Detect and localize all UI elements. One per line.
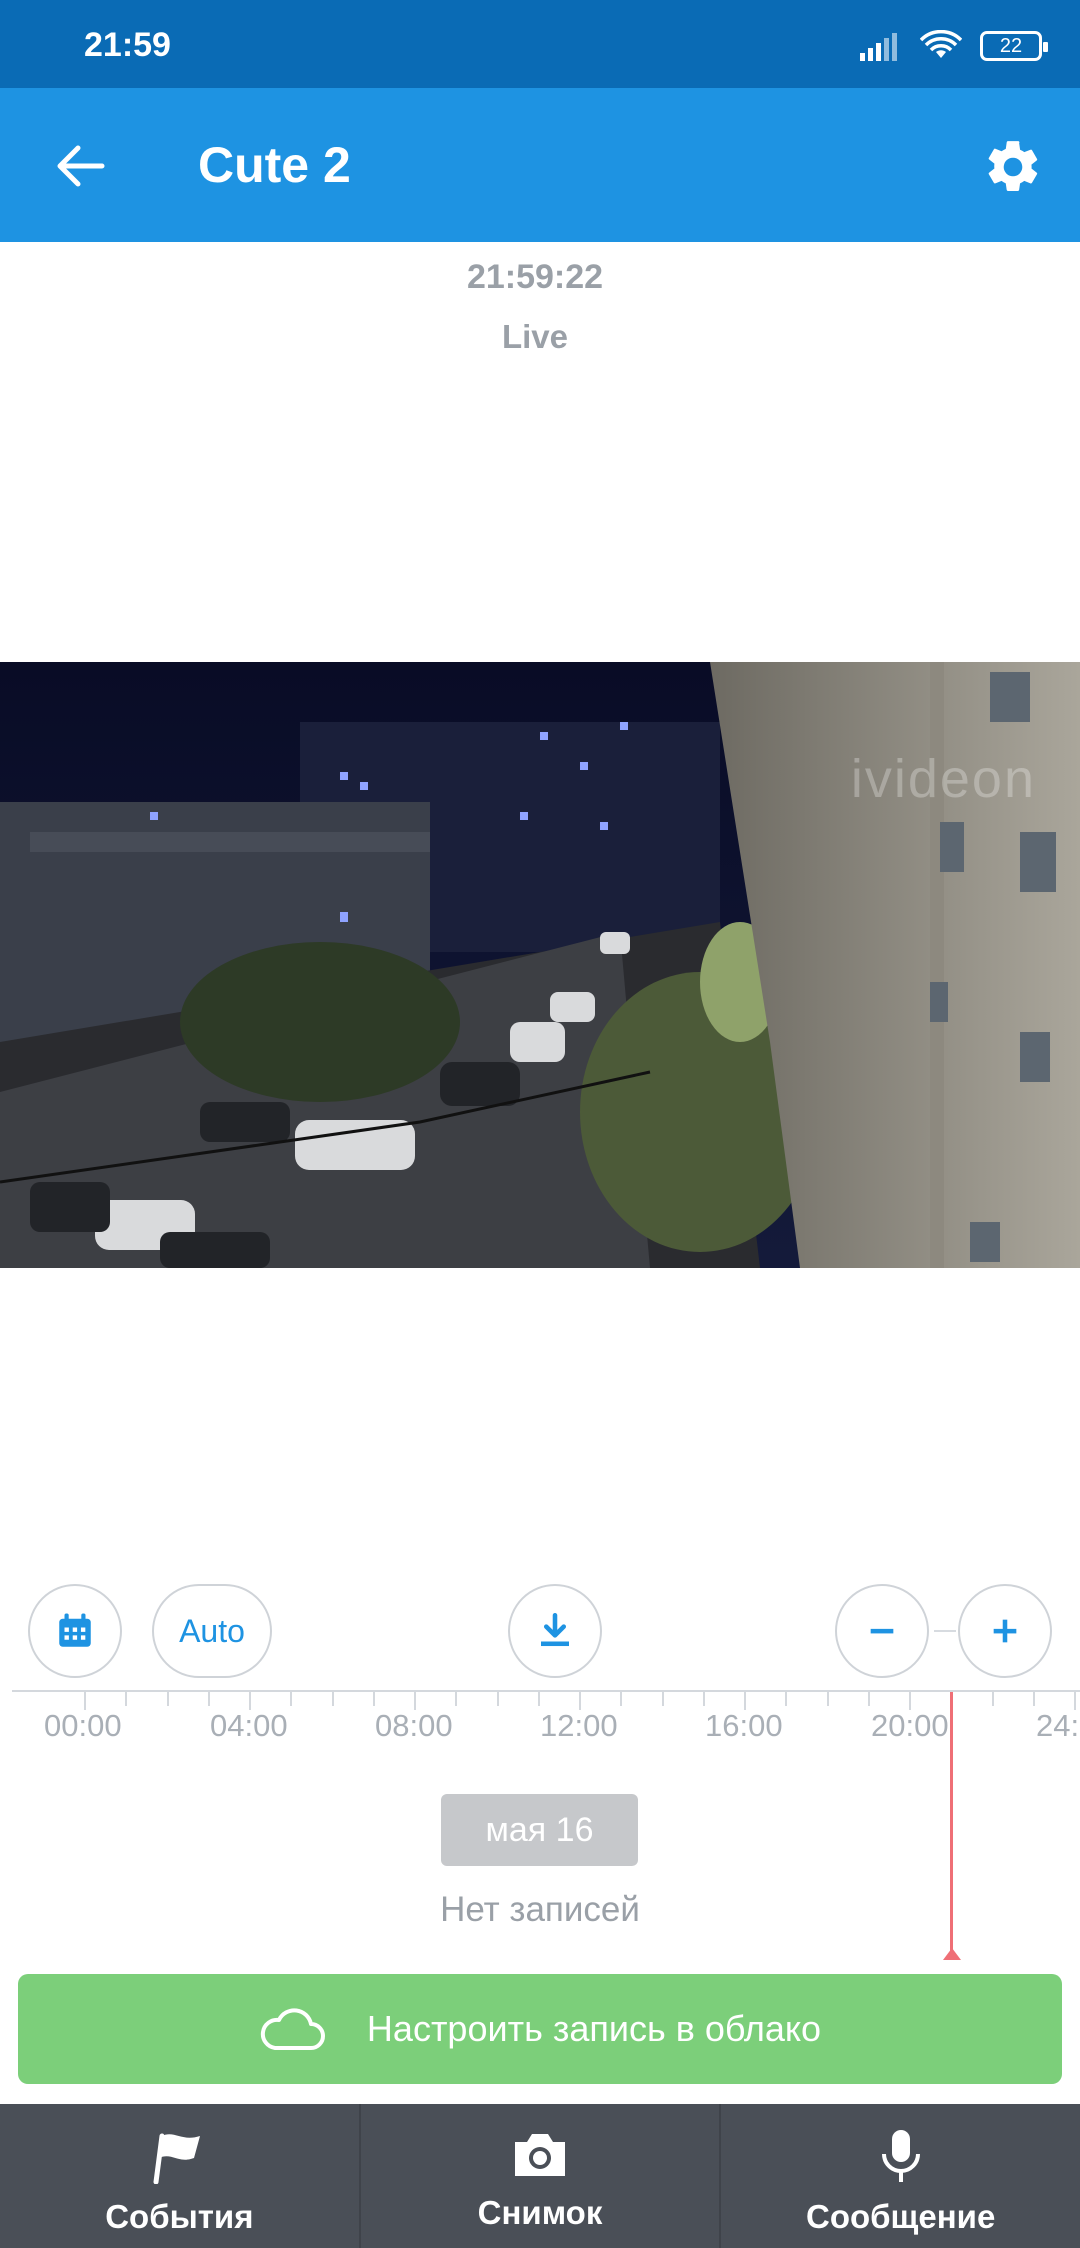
tab-message[interactable]: Сообщение (719, 2104, 1080, 2248)
bottom-nav: События Снимок Сообщение (0, 2104, 1080, 2248)
player-clock: 21:59:22 (466, 258, 604, 296)
timeline-tick (537, 1690, 540, 1706)
status-time: 21:59 (84, 26, 171, 64)
timeline-tick (826, 1690, 829, 1706)
timeline-tick (744, 1690, 746, 1710)
tab-snapshot-label: Снимок (477, 2194, 603, 2231)
gear-icon[interactable] (982, 136, 1044, 198)
timeline-tick (207, 1690, 210, 1706)
timeline-tick (1032, 1690, 1035, 1706)
zoom-in-button[interactable] (958, 1584, 1052, 1678)
timeline-tick (166, 1690, 169, 1706)
current-time-marker (950, 1692, 953, 1958)
status-bar: 21:59 22 (0, 0, 1080, 88)
timeline-tick (84, 1690, 86, 1710)
signal-icon (860, 33, 897, 61)
quality-auto-button[interactable]: Auto (152, 1584, 272, 1678)
cloud-icon (260, 2008, 325, 2050)
timeline-tick (785, 1690, 788, 1706)
tab-message-label: Сообщение (806, 2198, 996, 2235)
timeline-tick (455, 1690, 458, 1706)
minus-icon (870, 1628, 894, 1634)
timeline-tick (867, 1690, 870, 1706)
page-title: Cute 2 (198, 137, 351, 193)
timeline-label: 20:00 (871, 1708, 949, 1743)
back-arrow-icon[interactable] (50, 136, 110, 196)
timeline-tick (991, 1690, 994, 1706)
timeline-tick (579, 1690, 581, 1710)
timeline-tick (909, 1690, 911, 1710)
timeline-tick (414, 1690, 416, 1710)
no-records-text: Нет записей (440, 1890, 640, 1929)
timeline-tick (290, 1690, 293, 1706)
timeline-label: 16:00 (705, 1708, 783, 1743)
cloud-button-label: Настроить запись в облако (366, 2008, 822, 2049)
app-bar: Cute 2 (0, 88, 1080, 242)
date-chip[interactable]: мая 16 (441, 1794, 638, 1866)
download-button[interactable] (508, 1584, 602, 1678)
tab-snapshot[interactable]: Снимок (358, 2104, 720, 2248)
calendar-button[interactable] (28, 1584, 122, 1678)
battery-icon: 22 (980, 31, 1048, 61)
timeline-tick (249, 1690, 251, 1710)
current-time-marker-arrow (943, 1948, 961, 1960)
timeline[interactable]: 00:00 04:00 08:00 12:00 16:00 20:00 24: (0, 1680, 1080, 1760)
timeline-tick (372, 1690, 375, 1706)
zoom-out-button[interactable] (835, 1584, 929, 1678)
status-icons: 22 (858, 26, 1048, 66)
battery-level: 22 (999, 34, 1023, 57)
timeline-tick (125, 1690, 128, 1706)
download-icon (541, 1612, 569, 1647)
zoom-divider (934, 1630, 956, 1632)
timeline-tick (620, 1690, 623, 1706)
timeline-tick (331, 1690, 334, 1706)
timeline-label: 12:00 (540, 1708, 618, 1743)
timeline-tick (702, 1690, 705, 1706)
timeline-tick (1074, 1690, 1076, 1710)
timeline-label: 08:00 (375, 1708, 453, 1743)
wifi-icon (920, 30, 962, 58)
timeline-tick (661, 1690, 664, 1706)
setup-cloud-recording-button[interactable]: Настроить запись в облако (18, 1974, 1062, 2084)
timeline-tick (496, 1690, 499, 1706)
live-indicator: Live (501, 318, 569, 355)
microphone-icon (881, 2130, 920, 2182)
video-watermark: ivideon (850, 749, 1036, 809)
timeline-label: 00:00 (44, 1708, 122, 1743)
camera-icon (515, 2134, 565, 2176)
plus-icon (993, 1619, 1017, 1643)
timeline-label: 04:00 (210, 1708, 288, 1743)
camera-video[interactable]: ivideon (0, 662, 1080, 1268)
calendar-icon (59, 1613, 91, 1647)
flag-icon (153, 2133, 201, 2184)
tab-events-label: События (105, 2198, 254, 2235)
timeline-axis (12, 1690, 1080, 1692)
timeline-label: 24: (1036, 1708, 1080, 1743)
tab-events[interactable]: События (0, 2104, 359, 2248)
